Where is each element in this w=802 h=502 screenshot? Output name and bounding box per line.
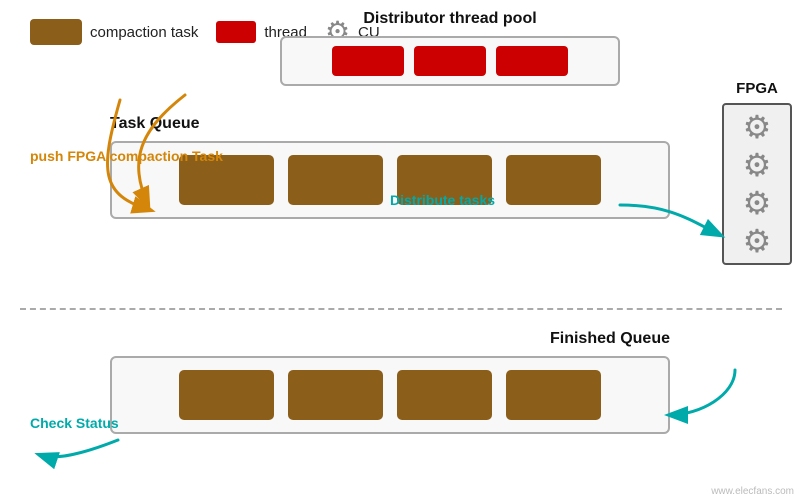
distribute-tasks-label: Distribute tasks [390,192,495,208]
task-queue-title: Task Queue [110,115,670,133]
thread-block-2 [414,46,486,76]
distributor-title: Distributor thread pool [280,10,620,28]
finished-queue-section: Finished Queue [110,330,670,434]
cu-icon-3: ⚙ [743,187,772,219]
task-block-4 [506,155,601,205]
finished-task-block-4 [506,370,601,420]
push-fpga-label: push FPGA compaction Task [30,148,223,164]
section-divider [20,308,782,310]
compaction-task-icon [30,19,82,45]
watermark: www.elecfans.com [711,486,794,497]
fpga-label: FPGA [722,80,792,97]
thread-icon [216,21,256,43]
cu-icon-1: ⚙ [743,111,772,143]
fpga-box: ⚙ ⚙ ⚙ ⚙ [722,103,792,265]
finished-task-block-1 [179,370,274,420]
check-status-label: Check Status [30,415,119,431]
thread-block-3 [496,46,568,76]
finished-queue-box [110,356,670,434]
cu-icon-2: ⚙ [743,149,772,181]
thread-pool-box [280,36,620,86]
fpga-panel: FPGA ⚙ ⚙ ⚙ ⚙ [722,80,792,265]
thread-block-1 [332,46,404,76]
finished-task-block-3 [397,370,492,420]
compaction-task-label: compaction task [90,24,198,41]
distributor-section: Distributor thread pool [280,10,620,86]
finished-queue-title: Finished Queue [110,330,670,348]
task-block-2 [288,155,383,205]
legend-compaction: compaction task [30,19,198,45]
cu-icon-4: ⚙ [743,225,772,257]
finished-task-block-2 [288,370,383,420]
